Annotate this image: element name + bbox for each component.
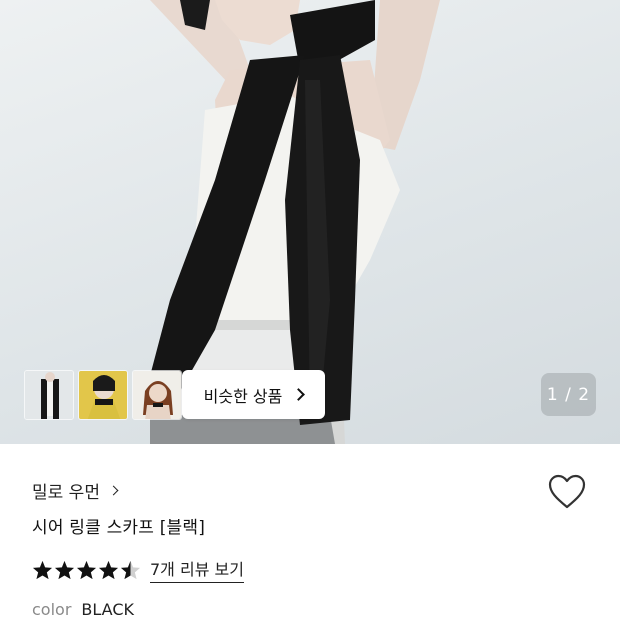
star-rating bbox=[32, 560, 141, 580]
thumbnail-strip bbox=[24, 370, 182, 420]
color-label: color bbox=[32, 600, 72, 619]
heart-icon[interactable] bbox=[548, 474, 586, 510]
image-counter: 1 / 2 bbox=[541, 373, 596, 416]
rating-row: 7개 리뷰 보기 bbox=[32, 556, 244, 583]
brand-name: 밀로 우먼 bbox=[32, 483, 100, 503]
brand-link[interactable]: 밀로 우먼 bbox=[32, 478, 119, 503]
similar-products-label: 비슷한 상품 bbox=[203, 386, 283, 406]
thumbnail-2[interactable] bbox=[78, 370, 128, 420]
reviews-link[interactable]: 7개 리뷰 보기 bbox=[150, 556, 244, 583]
image-counter-text: 1 / 2 bbox=[546, 384, 591, 405]
chevron-right-icon bbox=[292, 388, 306, 401]
thumbnail-3[interactable] bbox=[132, 370, 182, 420]
thumbnail-1[interactable] bbox=[24, 370, 74, 420]
half-star-icon bbox=[120, 560, 141, 580]
product-image-carousel[interactable]: 비슷한 상품 1 / 2 bbox=[0, 0, 620, 444]
product-title: 시어 링클 스카프 [블랙] bbox=[32, 518, 206, 538]
color-value: BLACK bbox=[81, 600, 134, 619]
chevron-right-icon bbox=[108, 485, 119, 496]
star-icon bbox=[32, 560, 53, 580]
similar-products-button[interactable]: 비슷한 상품 bbox=[182, 370, 325, 419]
star-icon bbox=[76, 560, 97, 580]
star-icon bbox=[98, 560, 119, 580]
color-row: color BLACK bbox=[32, 600, 134, 619]
star-icon bbox=[54, 560, 75, 580]
